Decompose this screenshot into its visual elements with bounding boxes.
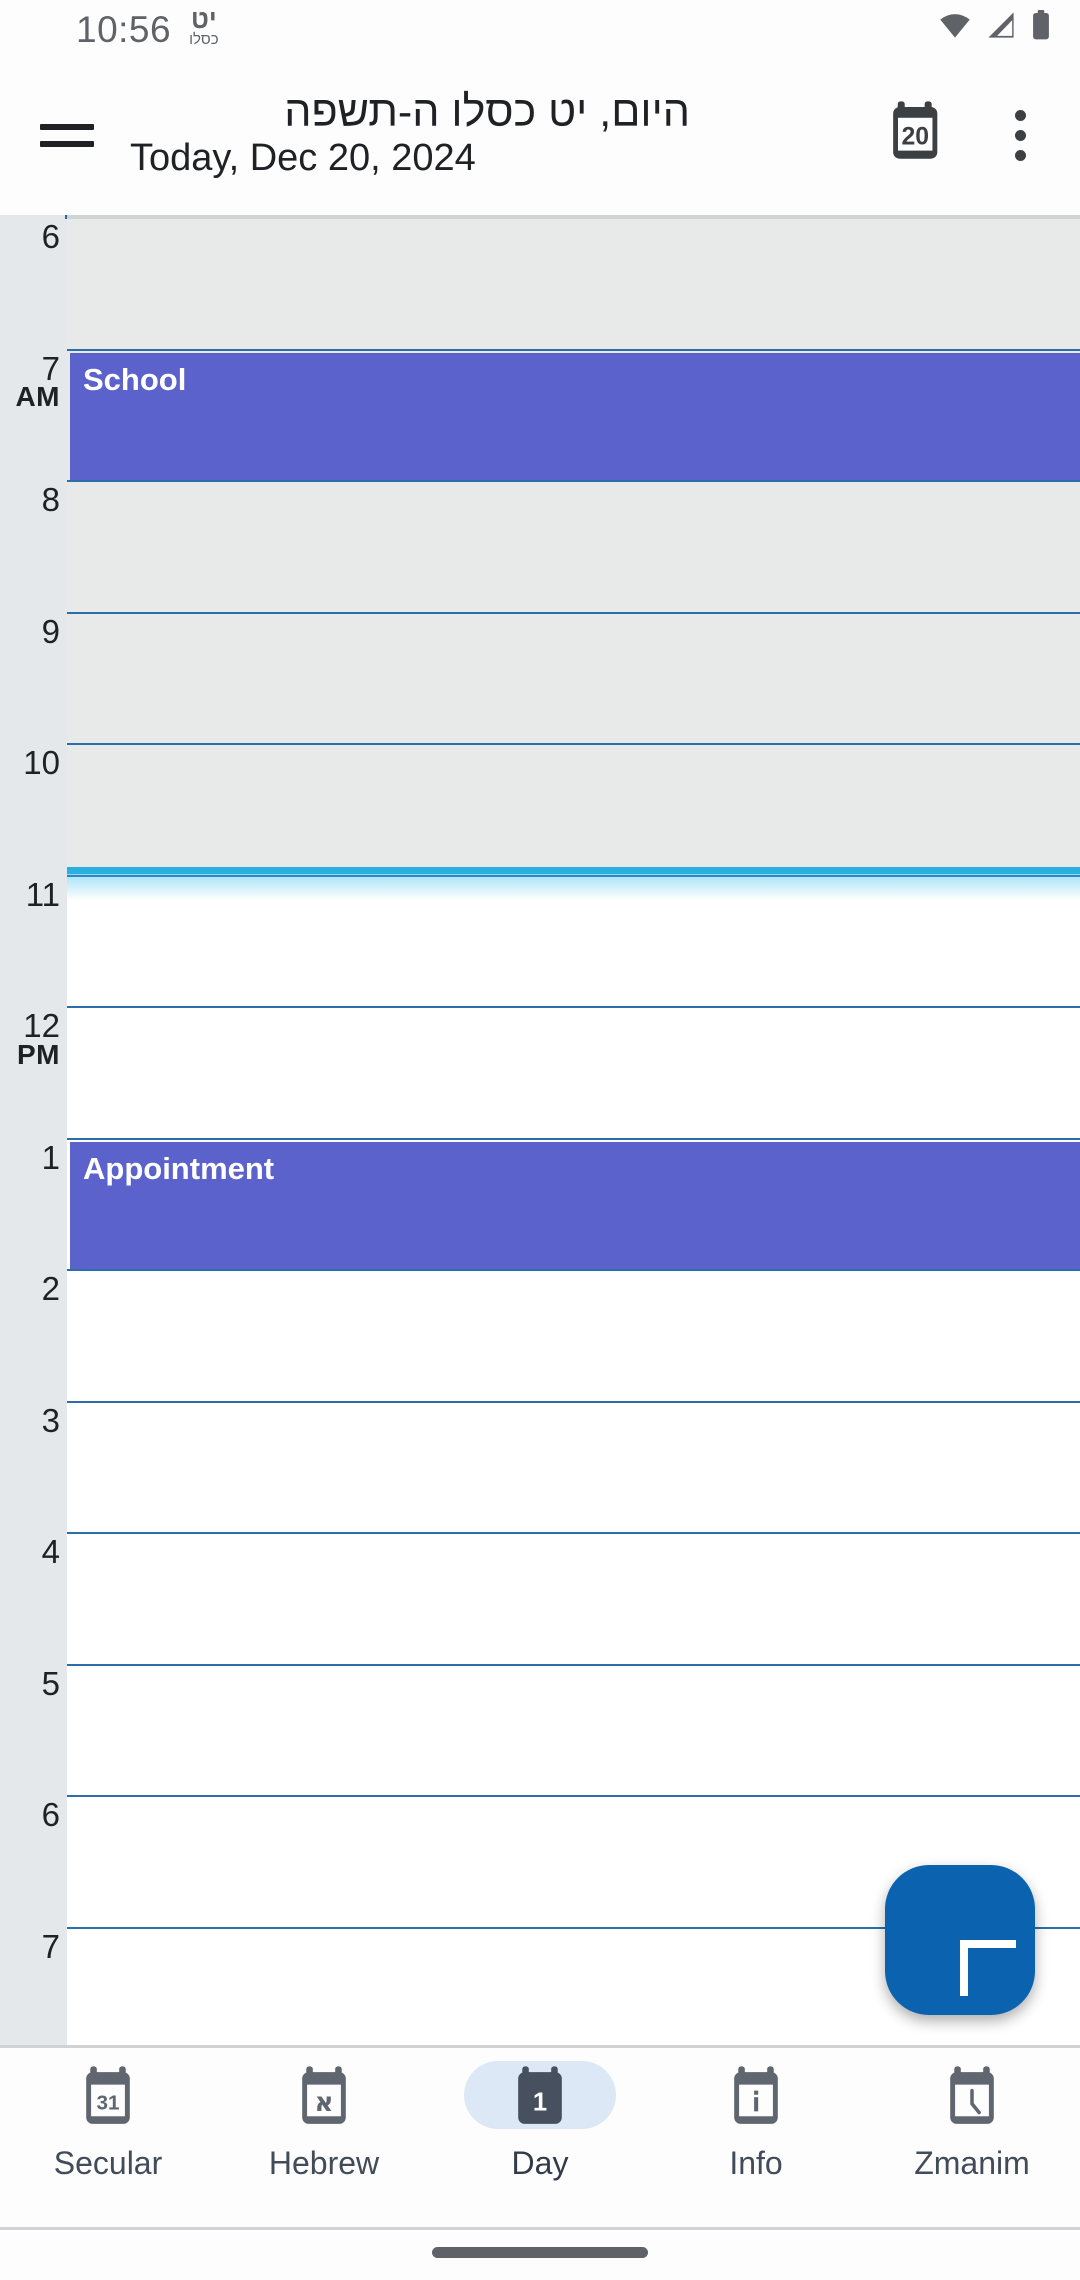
- battery-icon: [1030, 10, 1052, 45]
- page-title-hebrew: היום, יט כסלו ה-תשפה: [284, 88, 690, 137]
- hour-row[interactable]: 2: [0, 1271, 1080, 1403]
- bottom-nav-icon-pill: 1: [464, 2061, 616, 2129]
- bottom-nav-item-hebrew[interactable]: א Hebrew: [216, 2048, 432, 2230]
- calendar-event[interactable]: Appointment: [70, 1141, 1080, 1269]
- more-vertical-icon: [1014, 109, 1026, 161]
- hour-row[interactable]: 4: [0, 1534, 1080, 1666]
- bottom-navigation[interactable]: 31 Secular א Hebrew 1 Day Info Zmanim: [0, 2045, 1080, 2230]
- hour-label: 4: [41, 1533, 60, 1570]
- app-bar: היום, יט כסלו ה-תשפה Today, Dec 20, 2024…: [0, 55, 1080, 215]
- bottom-nav-divider: [0, 2227, 1080, 2230]
- hebrew-month-name: כסלו: [189, 30, 219, 48]
- hour-label: 3: [41, 1401, 60, 1439]
- calendar-1-icon: 1: [518, 2066, 562, 2124]
- hour-label: 5: [41, 1664, 60, 1702]
- hour-row[interactable]: 9: [0, 612, 1080, 745]
- calendar-day-screen: 10:56 יט כסלו היום, יט כסלו ה-תשפה Today…: [0, 0, 1080, 2280]
- calendar-event[interactable]: School: [70, 352, 1080, 480]
- go-to-date-button[interactable]: 20: [884, 93, 968, 177]
- hour-row[interactable]: 6: [0, 219, 1080, 351]
- hour-label: 11: [25, 875, 60, 913]
- calendar-31-icon: 31: [86, 2066, 130, 2124]
- hour-label: 6: [41, 1796, 60, 1833]
- event-title: School: [83, 361, 187, 397]
- bottom-nav-label: Info: [729, 2145, 783, 2181]
- bottom-nav-item-secular[interactable]: 31 Secular: [0, 2048, 216, 2230]
- bottom-nav-item-day[interactable]: 1 Day: [432, 2048, 648, 2230]
- hour-label: 1: [41, 1138, 60, 1176]
- status-bar: 10:56 יט כסלו: [0, 0, 1080, 55]
- hour-row[interactable]: 12 PM: [0, 1008, 1080, 1140]
- event-title: Appointment: [83, 1150, 275, 1186]
- bottom-nav-label: Day: [511, 2145, 569, 2181]
- hour-row[interactable]: 3: [0, 1401, 1080, 1534]
- hebrew-day-number: יט: [191, 4, 217, 35]
- hour-label: 12 PM: [0, 1008, 60, 1069]
- hour-label: 10: [23, 744, 60, 781]
- bottom-nav-icon-pill: [896, 2061, 1048, 2129]
- hour-label: 7: [41, 1927, 60, 1965]
- gesture-home-indicator[interactable]: [432, 2247, 648, 2258]
- page-title-english: Today, Dec 20, 2024: [130, 136, 476, 179]
- bottom-nav-item-zmanim[interactable]: Zmanim: [864, 2048, 1080, 2230]
- hour-row[interactable]: 5: [0, 1664, 1080, 1797]
- calendar-date-icon: 20: [893, 101, 938, 159]
- bottom-nav-icon-pill: [680, 2061, 832, 2129]
- bottom-nav-icon-pill: א: [248, 2061, 400, 2129]
- svg-text:א: א: [314, 2088, 333, 2118]
- now-line-glow: [67, 874, 1080, 901]
- cellular-signal-icon: [985, 11, 1017, 44]
- hour-label: 7 AM: [0, 351, 60, 412]
- hour-label-ampm: PM: [17, 1038, 60, 1070]
- bottom-nav-label: Hebrew: [268, 2145, 380, 2181]
- bottom-nav-item-info[interactable]: Info: [648, 2048, 864, 2230]
- hour-row[interactable]: 10: [0, 745, 1080, 877]
- bottom-nav-icon-pill: 31: [32, 2061, 184, 2129]
- hamburger-menu-icon[interactable]: [40, 106, 98, 164]
- status-bar-hebrew-date: יט כסלו: [189, 4, 219, 48]
- svg-text:31: 31: [96, 2092, 119, 2115]
- wifi-icon: [938, 11, 972, 44]
- add-event-fab[interactable]: [885, 1865, 1035, 2015]
- hour-label: 6: [41, 218, 60, 255]
- bottom-nav-label: Secular: [53, 2145, 163, 2181]
- status-bar-icons: [938, 10, 1052, 45]
- calendar-clock-icon: [950, 2066, 994, 2124]
- status-bar-left: 10:56 יט כסלו: [76, 4, 219, 50]
- svg-text:1: 1: [533, 2088, 547, 2116]
- day-grid[interactable]: 6 7 AM 8 9 10 11 12 PM 1 2 3 4 5 6 7 School Appointment: [0, 215, 1080, 2045]
- hour-label-ampm: AM: [15, 381, 60, 413]
- calendar-info-icon: [734, 2066, 778, 2124]
- hamburger-bar: [40, 123, 94, 130]
- hour-label: 2: [41, 1270, 60, 1307]
- hamburger-bar: [40, 140, 94, 147]
- overflow-menu-button[interactable]: [978, 93, 1062, 177]
- hour-label: 9: [41, 612, 60, 650]
- app-bar-actions: 20: [884, 93, 1062, 177]
- status-bar-clock: 10:56: [76, 8, 172, 50]
- calendar-icon-day-number: 20: [901, 124, 929, 151]
- now-line: [67, 867, 1080, 875]
- app-bar-titles: היום, יט כסלו ה-תשפה Today, Dec 20, 2024: [130, 89, 690, 180]
- hour-label: 8: [41, 481, 60, 518]
- bottom-nav-label: Zmanim: [914, 2145, 1030, 2181]
- calendar-aleph-icon: א: [302, 2066, 346, 2124]
- hour-row[interactable]: 8: [0, 482, 1080, 614]
